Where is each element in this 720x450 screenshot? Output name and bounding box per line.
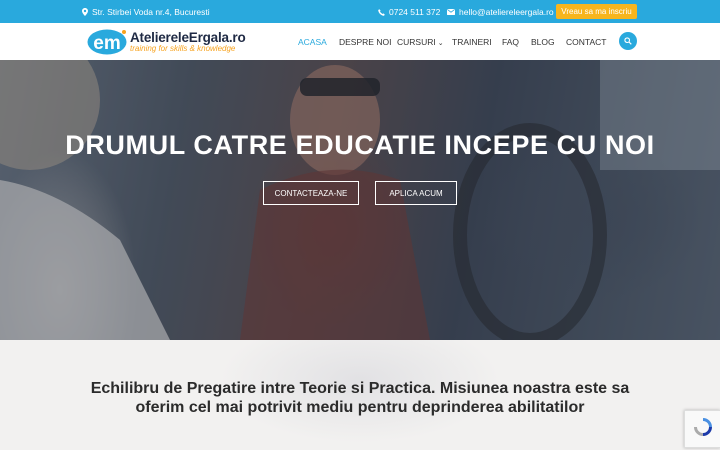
email-text[interactable]: hello@ateliereleergala.ro [459, 7, 554, 17]
phone-icon [378, 8, 385, 16]
site-logo[interactable]: em AteliereleErgala.ro training for skil… [87, 28, 246, 56]
chevron-down-icon: ⌄ [437, 40, 444, 47]
apply-now-button[interactable]: APLICA ACUM [375, 181, 457, 205]
nav-item-contact[interactable]: CONTACT [566, 37, 606, 47]
nav-item-faq[interactable]: FAQ [502, 37, 519, 47]
address-text: Str. Stirbei Voda nr.4, Bucuresti [92, 7, 210, 17]
nav-item-blog[interactable]: BLOG [531, 37, 555, 47]
hero-title: DRUMUL CATRE EDUCATIE INCEPE CU NOI [65, 130, 655, 160]
top-bar: Str. Stirbei Voda nr.4, Bucuresti 0724 5… [0, 0, 720, 23]
signup-button[interactable]: Vreau sa ma inscriu [556, 4, 637, 19]
mission-statement: Echilibru de Pregatire intre Teorie si P… [90, 380, 630, 416]
logo-mark: em [87, 29, 127, 55]
svg-text:em: em [93, 33, 120, 54]
nav-item-cursuri[interactable]: CURSURI ⌄ [397, 37, 444, 47]
logo-tagline: training for skills & knowledge [130, 44, 236, 54]
email-info[interactable]: hello@ateliereleergala.ro [447, 7, 554, 17]
address-info: Str. Stirbei Voda nr.4, Bucuresti [82, 7, 210, 17]
nav-item-cursuri-label: CURSURI [397, 37, 436, 47]
recaptcha-icon [692, 416, 714, 443]
logo-name: AteliereleErgala.ro [130, 29, 246, 45]
phone-info[interactable]: 0724 511 372 [378, 7, 440, 17]
search-icon [624, 32, 632, 50]
nav-item-acasa[interactable]: ACASA [298, 37, 327, 47]
nav-item-despre-noi[interactable]: DESPRE NOI [339, 37, 391, 47]
recaptcha-badge[interactable] [684, 410, 720, 448]
main-header: em AteliereleErgala.ro training for skil… [0, 23, 720, 60]
nav-item-traineri[interactable]: TRAINERI [452, 37, 492, 47]
mission-section: Echilibru de Pregatire intre Teorie si P… [0, 340, 720, 450]
map-marker-icon [82, 8, 88, 16]
search-button[interactable] [619, 32, 637, 50]
envelope-icon [447, 9, 455, 15]
hero-banner: DRUMUL CATRE EDUCATIE INCEPE CU NOI CONT… [0, 60, 720, 340]
phone-text[interactable]: 0724 511 372 [389, 7, 440, 17]
contact-us-button[interactable]: CONTACTEAZA-NE [263, 181, 359, 205]
